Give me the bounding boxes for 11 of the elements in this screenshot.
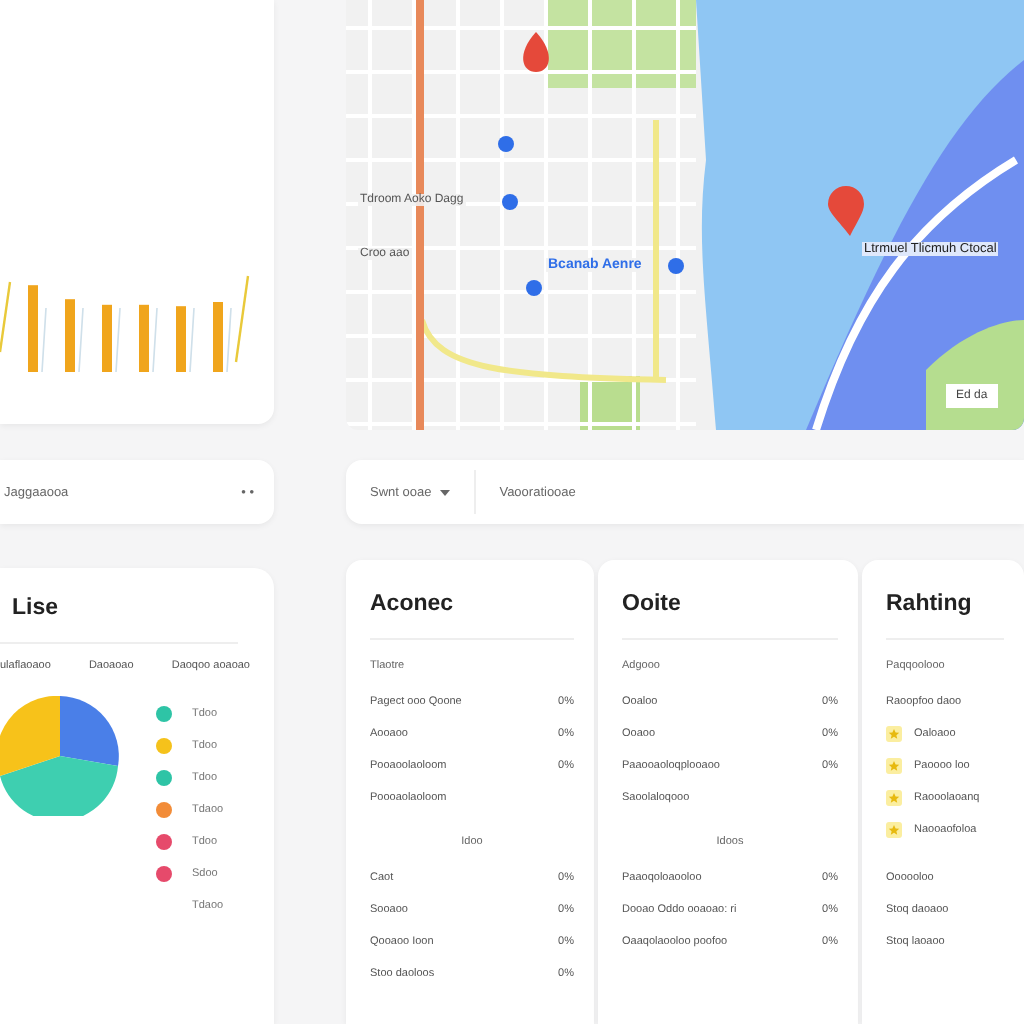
location-marker-icon[interactable] [502,194,518,210]
caret-icon [439,489,450,495]
location-marker-icon[interactable] [526,280,542,296]
location-marker-icon[interactable] [498,136,514,152]
card-title: Ooite [622,592,838,640]
pie-chart-drawing [0,696,120,816]
card-title: Rahting [886,592,1004,640]
map-pin-icon[interactable] [523,32,549,72]
card-title: Lise [0,596,238,644]
card-title: Aconec [370,592,574,640]
location-marker-icon[interactable] [668,258,684,274]
